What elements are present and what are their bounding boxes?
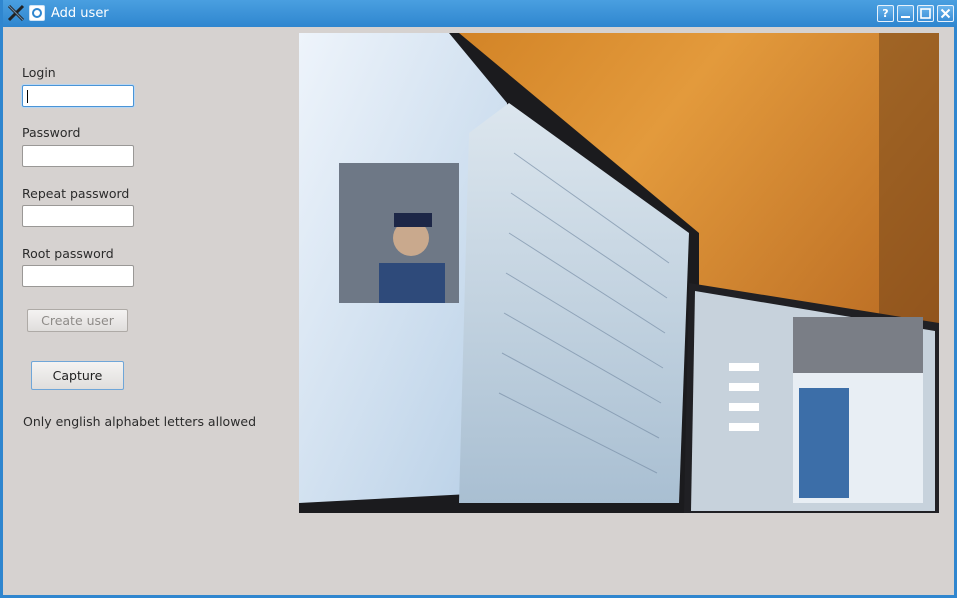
minimize-button[interactable] [897, 5, 914, 22]
app-icon[interactable] [7, 4, 25, 22]
camera-preview [299, 33, 939, 513]
validation-hint: Only english alphabet letters allowed [23, 414, 257, 429]
text-caret [27, 90, 28, 103]
client-area: Login Password Repeat password Root pass… [6, 27, 957, 595]
repeat-password-input[interactable] [22, 205, 134, 227]
password-input[interactable] [22, 145, 134, 167]
title-bar[interactable]: Add user ? [3, 0, 957, 27]
close-button[interactable] [937, 5, 954, 22]
help-button[interactable]: ? [877, 5, 894, 22]
capture-button[interactable]: Capture [31, 361, 124, 390]
camera-frame-image [299, 33, 939, 513]
root-password-label: Root password [22, 246, 114, 261]
login-label: Login [22, 65, 56, 80]
repeat-password-label: Repeat password [22, 186, 130, 201]
root-password-input[interactable] [22, 265, 134, 287]
window-menu-icon[interactable] [29, 5, 45, 21]
password-label: Password [22, 125, 81, 140]
login-input[interactable] [22, 85, 134, 107]
window-title: Add user [51, 6, 109, 21]
add-user-window: Add user ? Login Password Repeat passwor… [0, 0, 957, 598]
maximize-button[interactable] [917, 5, 934, 22]
create-user-button[interactable]: Create user [27, 309, 128, 332]
